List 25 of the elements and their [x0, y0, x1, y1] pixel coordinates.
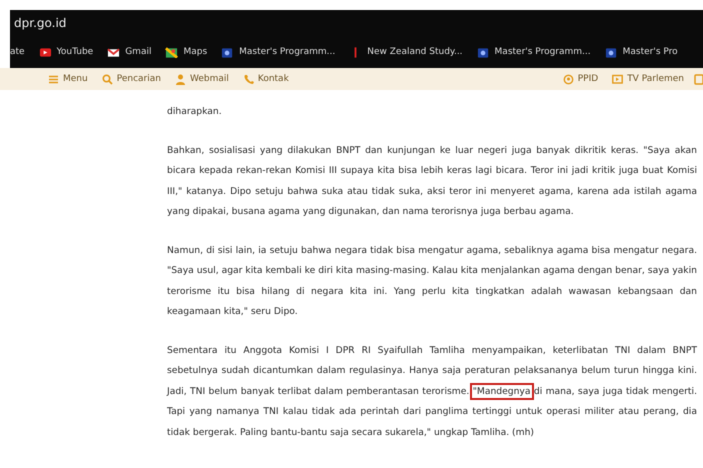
nav-link[interactable]: Kontak	[258, 74, 289, 84]
nav-link[interactable]: PPID	[578, 74, 598, 84]
bookmark-link[interactable]: New Zealand Study...	[367, 47, 463, 57]
nav-link[interactable]: TV Parlemen	[627, 74, 684, 84]
bookmark-link[interactable]: Master's Pro	[622, 47, 678, 57]
article-paragraph: Sementara itu Anggota Komisi I DPR RI Syaifullah Tamliha menyampaikan, keterlibatan TNI dalam BNPT sebetulnya sudah dicantumkan dalam regulasinya. Hanya saja peraturan pelaksananya belum turun hingga kini. Jadi, TNI belum banyak terlibat dalam pemberantasan terorisme. "Mandegnya di mana, saya juga tidak mengerti. Tapi yang namanya TNI kalau tidak ada perintah dari panglima tertinggi untuk operasi militer atau perang, dia tidak bergerak. Paling bantu-bantu saja secara sukarela," ungkap Tamliha. (mh)	[167, 344, 697, 440]
nav-link[interactable]: Menu	[63, 74, 88, 84]
bookmark-link[interactable]: Maps	[183, 47, 208, 57]
bookmark-link[interactable]: YouTube	[56, 47, 94, 57]
bookmark-link[interactable]: ate	[10, 47, 25, 57]
article-paragraph: diharapkan.	[167, 105, 223, 119]
bookmark-link[interactable]: Gmail	[125, 47, 152, 57]
url-domain[interactable]: dpr.go.id	[14, 16, 66, 30]
nav-link[interactable]: Webmail	[190, 74, 229, 84]
youtube-icon[interactable]	[38, 46, 52, 58]
article-paragraph: Bahkan, sosialisasi yang dilakukan BNPT dan kunjungan ke luar negeri juga banyak dikritik keras. "Saya akan bicara kepada rekan-rekan Komisi III supaya kita bisa lebih keras lagi bicara. Teror ini jadi kritik juga buat Komisi III," katanya. Dipo setuju bahwa suka atau tidak suka, aksi teror ini menyeret agama, karena ada istilah agama yang dipakai, busana agama yang digunakan, dan nama terorisnya juga berbau agama.	[167, 144, 697, 219]
globe-icon[interactable]	[221, 46, 234, 58]
globe-icon[interactable]	[476, 46, 490, 58]
globe-icon[interactable]	[604, 46, 618, 58]
bookmark-link[interactable]: Master's Programm...	[494, 47, 591, 57]
mail-icon[interactable]	[107, 46, 120, 58]
article-paragraph: Namun, di sisi lain, ia setuju bahwa negara tidak bisa mengatur agama, sebaliknya agama bisa mengatur negara. "Saya usul, agar kita kembali ke diri kita masing-masing. Kalau kita menjalankan agama dengan benar, saya yakin terorisme itu bisa hilang di negara kita ini. Yang perlu kita tingkatkan adalah wawasan kebangsaan dan keagamaan kita," seru Dipo.	[167, 244, 697, 319]
nav-link[interactable]: Pencarian	[116, 74, 161, 84]
bookmark-link[interactable]: Master's Programm...	[239, 47, 336, 57]
map-icon[interactable]	[165, 46, 178, 58]
